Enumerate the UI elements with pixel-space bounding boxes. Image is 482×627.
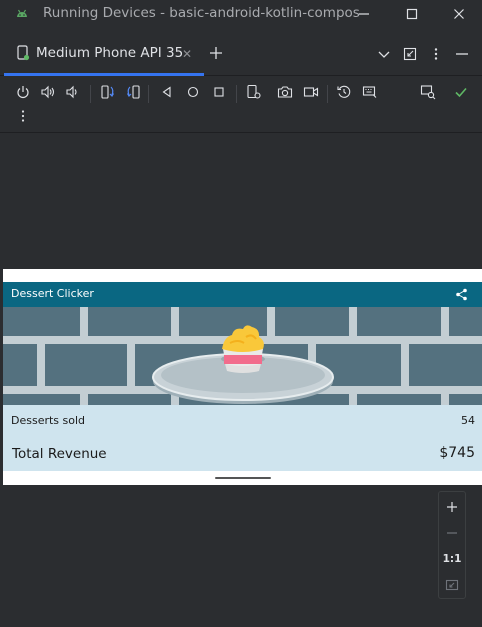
overview-button[interactable] (209, 82, 229, 102)
stats-panel: Desserts sold 54 Total Revenue $745 (3, 405, 482, 471)
tab-active-indicator (4, 73, 204, 76)
device-settings-icon (247, 84, 261, 99)
plus-icon (447, 502, 457, 512)
device-toolbar (0, 77, 482, 133)
device-mirror-button[interactable] (418, 82, 438, 102)
reset-button[interactable] (334, 82, 354, 102)
video-camera-icon (303, 87, 319, 97)
title-bar: Running Devices - basic-android-kotlin-c… (0, 0, 482, 30)
screenshot-button[interactable] (275, 82, 295, 102)
zoom-controls: 1:1 (438, 491, 466, 599)
cupcake-image[interactable] (216, 323, 270, 381)
toolbar-separator (148, 85, 149, 103)
rotate-left-icon (101, 85, 115, 99)
zoom-fit-button[interactable] (439, 574, 465, 596)
close-window-button[interactable] (447, 4, 471, 24)
keyboard-button[interactable] (360, 82, 380, 102)
home-button[interactable] (183, 82, 203, 102)
minimize-button[interactable] (352, 4, 376, 24)
device-display-area: Dessert Clicker Desserts sold 54 Total R… (0, 134, 482, 627)
collapse-panel-button[interactable] (400, 44, 420, 64)
tab-bar: Medium Phone API 35 ✕ (0, 30, 482, 76)
rotate-left-button[interactable] (98, 82, 118, 102)
tab-close-icon[interactable]: ✕ (182, 47, 192, 61)
more-actions-button[interactable] (13, 106, 33, 126)
close-icon (454, 9, 464, 19)
power-icon (17, 86, 29, 99)
desserts-sold-label: Desserts sold (11, 414, 86, 427)
app-title: Dessert Clicker (11, 287, 94, 300)
device-mirror-icon (420, 85, 436, 100)
minimize-icon (359, 13, 369, 15)
hide-panel-button[interactable] (452, 44, 472, 64)
zoom-in-button[interactable] (439, 496, 465, 518)
dessert-scene (3, 307, 482, 405)
gesture-navigation-bar[interactable] (215, 477, 271, 479)
screen-record-button[interactable] (301, 82, 321, 102)
volume-down-icon (66, 85, 77, 99)
camera-icon (277, 86, 293, 98)
check-icon (455, 87, 467, 98)
apply-button[interactable] (451, 82, 471, 102)
android-icon (17, 9, 27, 17)
minus-icon (447, 532, 457, 534)
total-revenue-label: Total Revenue (12, 446, 107, 462)
volume-up-icon (41, 85, 55, 99)
maximize-icon (406, 8, 418, 20)
rotate-right-button[interactable] (123, 82, 143, 102)
fit-screen-icon (445, 579, 459, 591)
overview-icon (214, 87, 224, 97)
more-vertical-icon (21, 110, 25, 122)
toolbar-separator (327, 85, 328, 103)
tabs-dropdown-button[interactable] (374, 44, 394, 64)
rotate-right-icon (126, 85, 140, 99)
zoom-actual-size-button[interactable]: 1:1 (439, 548, 465, 570)
toolbar-separator (90, 85, 91, 103)
volume-up-button[interactable] (38, 82, 58, 102)
window-title: Running Devices - basic-android-kotlin-c… (43, 5, 360, 21)
maximize-button[interactable] (400, 4, 424, 24)
volume-down-button[interactable] (63, 82, 83, 102)
home-icon (187, 86, 199, 98)
power-button[interactable] (13, 82, 33, 102)
tab-label: Medium Phone API 35 (36, 45, 184, 61)
options-menu-button[interactable] (426, 44, 446, 64)
chevron-down-icon (378, 51, 390, 58)
desserts-sold-value: 54 (461, 414, 475, 427)
more-vertical-icon (434, 48, 438, 60)
device-phone-icon (17, 45, 30, 61)
tab-medium-phone[interactable]: Medium Phone API 35 ✕ (4, 30, 204, 76)
share-icon[interactable] (455, 288, 468, 301)
back-button[interactable] (157, 82, 177, 102)
collapse-icon (403, 47, 417, 61)
back-icon (162, 86, 171, 98)
device-settings-button[interactable] (244, 82, 264, 102)
reset-icon (337, 85, 351, 98)
total-revenue-value: $745 (439, 445, 475, 461)
plus-icon (210, 47, 222, 59)
minimize-icon (456, 53, 468, 55)
device-screen[interactable]: Dessert Clicker Desserts sold 54 Total R… (3, 269, 482, 485)
add-tab-button[interactable] (206, 43, 226, 63)
keyboard-icon (362, 86, 377, 98)
app-bar: Dessert Clicker (3, 282, 482, 307)
toolbar-separator (236, 85, 237, 103)
zoom-out-button[interactable] (439, 522, 465, 544)
